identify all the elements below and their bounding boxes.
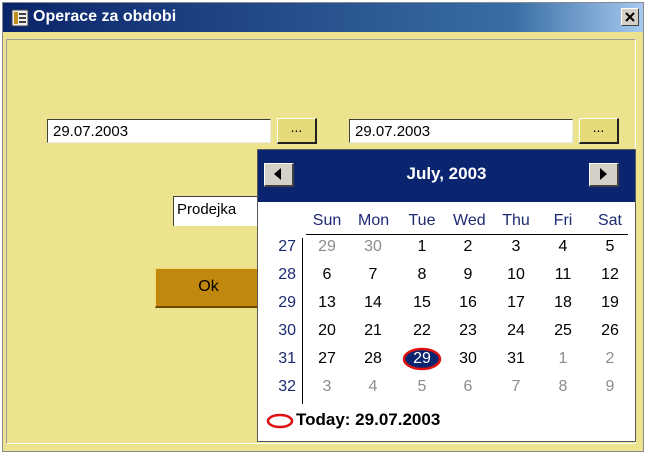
date-from-picker-button[interactable]: ... — [277, 118, 317, 144]
calendar-day[interactable]: 22 — [407, 322, 437, 340]
month-label: July, 2003 — [406, 164, 487, 183]
date-to-picker-button[interactable]: ... — [579, 118, 619, 144]
calendar-day[interactable]: 8 — [548, 378, 578, 396]
calendar-day[interactable]: 15 — [407, 294, 437, 312]
calendar-day[interactable]: 2 — [453, 238, 483, 256]
calendar-day[interactable]: 7 — [501, 378, 531, 396]
calendar-day[interactable]: 9 — [595, 378, 625, 396]
week-number: 32 — [278, 378, 296, 395]
calendar-day[interactable]: 23 — [453, 322, 483, 340]
calendar-day[interactable]: 27 — [312, 350, 342, 368]
calendar-day[interactable]: 13 — [312, 294, 342, 312]
calendar-day[interactable]: 16 — [453, 294, 483, 312]
calendar-day[interactable]: 17 — [501, 294, 531, 312]
calendar-day[interactable]: 21 — [358, 322, 388, 340]
calendar-day[interactable]: 30 — [453, 350, 483, 368]
calendar-day[interactable]: 28 — [358, 350, 388, 368]
calendar-day[interactable]: 19 — [595, 294, 625, 312]
dialog-window: Operace za obdobi 29.07.2003 ... 29.07.2… — [2, 2, 644, 452]
weekday-sun: Sun — [312, 212, 342, 229]
calendar-day[interactable]: 5 — [407, 378, 437, 396]
calendar-day[interactable]: 6 — [312, 266, 342, 284]
close-icon — [625, 12, 635, 22]
weekday-fri: Fri — [553, 212, 573, 229]
window-title: Operace za obdobi — [33, 8, 177, 25]
calendar-day[interactable]: 4 — [358, 378, 388, 396]
weekday-sat: Sat — [597, 212, 622, 229]
calendar-day[interactable]: 2 — [595, 350, 625, 368]
close-button[interactable] — [621, 8, 639, 26]
calendar-header: July, 2003 — [258, 150, 635, 202]
calendar-day[interactable]: 1 — [548, 350, 578, 368]
weekday-thu: Thu — [502, 212, 530, 229]
calendar-day[interactable]: 30 — [358, 238, 388, 256]
calendar-day[interactable]: 20 — [312, 322, 342, 340]
calendar-day[interactable]: 14 — [358, 294, 388, 312]
title-bar[interactable]: Operace za obdobi — [3, 3, 643, 32]
weekday-divider — [306, 234, 628, 235]
calendar-popup: July, 2003 Sun Mon Tue Wed Thu Fri Sat 2… — [257, 149, 636, 442]
calendar-day[interactable]: 1 — [407, 238, 437, 256]
next-month-button[interactable] — [589, 163, 619, 187]
weekday-wed: Wed — [453, 212, 486, 229]
type-select[interactable]: Prodejka — [173, 196, 263, 226]
arrow-right-icon — [600, 168, 607, 180]
calendar-day[interactable]: 5 — [595, 238, 625, 256]
week-number: 29 — [278, 294, 296, 311]
calendar-day[interactable]: 3 — [501, 238, 531, 256]
weeknum-divider — [302, 238, 303, 404]
week-number: 31 — [278, 350, 296, 367]
calendar-day[interactable]: 12 — [595, 266, 625, 284]
calendar-day[interactable]: 4 — [548, 238, 578, 256]
date-to-field[interactable]: 29.07.2003 — [349, 119, 573, 143]
calendar-day[interactable]: 25 — [548, 322, 578, 340]
calendar-day[interactable]: 6 — [453, 378, 483, 396]
calendar-day[interactable]: 18 — [548, 294, 578, 312]
today-label: Today: 29.07.2003 — [296, 410, 441, 429]
week-number: 30 — [278, 322, 296, 339]
app-icon — [11, 9, 29, 27]
calendar-day[interactable]: 31 — [501, 350, 531, 368]
selected-day-label: 29 — [413, 350, 431, 367]
calendar-day[interactable]: 26 — [595, 322, 625, 340]
week-number: 28 — [278, 266, 296, 283]
calendar-day[interactable]: 11 — [548, 266, 578, 284]
calendar-day[interactable]: 8 — [407, 266, 437, 284]
weekday-tue: Tue — [408, 212, 436, 229]
weekday-mon: Mon — [358, 212, 390, 229]
calendar-day[interactable]: 10 — [501, 266, 531, 284]
ok-button[interactable]: Ok — [155, 268, 263, 308]
today-circle-icon — [266, 413, 294, 429]
calendar-day[interactable]: 3 — [312, 378, 342, 396]
date-from-field[interactable]: 29.07.2003 — [47, 119, 271, 143]
week-number: 27 — [278, 238, 296, 255]
calendar-day[interactable]: 7 — [358, 266, 388, 284]
calendar-day[interactable]: 9 — [453, 266, 483, 284]
calendar-day[interactable]: 29 — [312, 238, 342, 256]
calendar-day[interactable]: 24 — [501, 322, 531, 340]
selected-day-cell[interactable]: 29 — [401, 346, 443, 372]
